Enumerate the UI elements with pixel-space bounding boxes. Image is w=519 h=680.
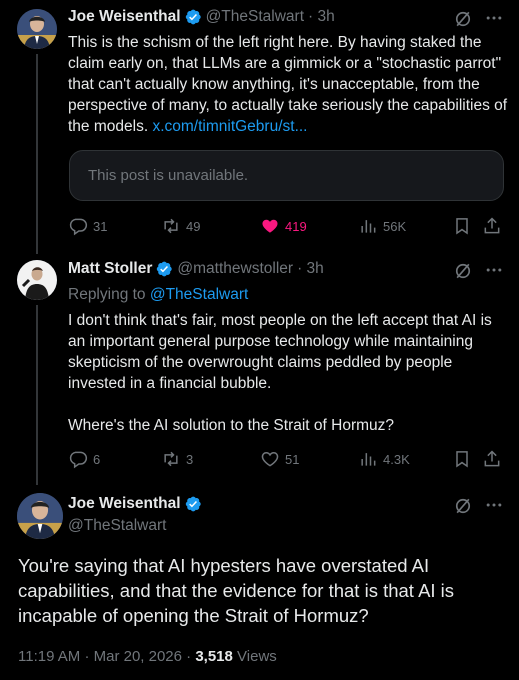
like-count: 419: [285, 218, 307, 234]
views-icon: [358, 449, 378, 469]
replying-prefix: Replying to: [68, 286, 146, 303]
views-label: Views: [237, 648, 277, 665]
views-button[interactable]: 56K: [358, 216, 406, 236]
like-count: 51: [285, 451, 300, 467]
share-icon: [482, 449, 502, 469]
author-name[interactable]: Matt Stoller: [68, 260, 152, 278]
replying-handle[interactable]: @TheStalwart: [150, 286, 248, 303]
tweet1-link[interactable]: x.com/timnitGebru/st...: [152, 118, 307, 135]
avatar-image: [17, 9, 57, 49]
tweet2-actions: 6 3 51 4.3K: [68, 449, 510, 473]
avatar-joe-weisenthal[interactable]: [17, 9, 57, 49]
heart-icon: [260, 216, 280, 236]
tweet2-text: I don't think that's fair, most people o…: [68, 310, 508, 436]
bookmark-icon: [452, 216, 472, 236]
tweet2-paragraph-1: I don't think that's fair, most people o…: [68, 312, 492, 392]
avatar-image: [17, 493, 63, 539]
author-handle[interactable]: @TheStalwart: [206, 8, 304, 26]
share-button[interactable]: [482, 449, 507, 469]
replying-to: Replying to @TheStalwart: [68, 284, 508, 305]
repost-icon: [161, 216, 181, 236]
grok-icon[interactable]: [453, 9, 473, 29]
verified-badge-icon: [155, 260, 173, 278]
verified-badge-icon: [184, 8, 202, 26]
repost-count: 49: [186, 218, 201, 234]
views-button[interactable]: 4.3K: [358, 449, 410, 469]
share-icon: [482, 216, 502, 236]
tweet1-text: This is the schism of the left right her…: [68, 32, 508, 137]
repost-count: 3: [186, 451, 194, 467]
avatar-image: [17, 260, 57, 300]
reply-button[interactable]: 6: [68, 449, 100, 469]
views-count: 56K: [383, 218, 407, 234]
bookmark-button[interactable]: [452, 216, 477, 236]
author-handle[interactable]: @TheStalwart: [68, 517, 166, 535]
tweet1-actions: 31 49 419 56K: [68, 216, 510, 240]
tweet2-paragraph-2: Where's the AI solution to the Strait of…: [68, 417, 395, 434]
author-name[interactable]: Joe Weisenthal: [68, 495, 181, 513]
grok-icon[interactable]: [453, 261, 473, 281]
bookmark-icon: [452, 449, 472, 469]
reply-count: 6: [93, 451, 101, 467]
post-time[interactable]: · 3h: [308, 8, 335, 26]
post-metadata: 11:19 AM · Mar 20, 2026 · 3,518 Views: [18, 648, 277, 665]
like-button[interactable]: 419: [260, 216, 307, 236]
tweet1-header: Joe Weisenthal @TheStalwart · 3h: [68, 8, 335, 26]
grok-icon[interactable]: [453, 496, 473, 516]
quoted-post-unavailable: This post is unavailable.: [69, 150, 504, 201]
views-count: 3,518: [195, 648, 233, 665]
tweet2-header: Matt Stoller @matthewstoller · 3h: [68, 260, 324, 278]
tweet3-header: Joe Weisenthal: [68, 495, 202, 513]
tweet3-handle-row: @TheStalwart: [68, 517, 166, 535]
repost-button[interactable]: 49: [161, 216, 200, 236]
author-name[interactable]: Joe Weisenthal: [68, 8, 181, 26]
views-count: 4.3K: [383, 451, 410, 467]
reply-count: 31: [93, 218, 108, 234]
avatar-matt-stoller[interactable]: [17, 260, 57, 300]
repost-button[interactable]: 3: [161, 449, 193, 469]
repost-icon: [161, 449, 181, 469]
post-date[interactable]: · Mar 20, 2026 ·: [84, 648, 191, 665]
verified-badge-icon: [184, 495, 202, 513]
avatar-joe-weisenthal[interactable]: [17, 493, 63, 539]
more-icon[interactable]: [484, 495, 504, 515]
post-time[interactable]: 11:19 AM: [18, 648, 80, 665]
more-icon[interactable]: [484, 260, 504, 280]
bookmark-button[interactable]: [452, 449, 477, 469]
unavailable-label: This post is unavailable.: [88, 167, 249, 184]
reply-icon: [68, 449, 88, 469]
post-time[interactable]: · 3h: [297, 260, 324, 278]
reply-icon: [68, 216, 88, 236]
heart-icon: [260, 449, 280, 469]
thread-line: [36, 54, 38, 254]
reply-button[interactable]: 31: [68, 216, 107, 236]
more-icon[interactable]: [484, 8, 504, 28]
share-button[interactable]: [482, 216, 507, 236]
thread-line: [36, 305, 38, 485]
like-button[interactable]: 51: [260, 449, 299, 469]
tweet3-text: You're saying that AI hypesters have ove…: [18, 555, 455, 626]
views-icon: [358, 216, 378, 236]
author-handle[interactable]: @matthewstoller: [177, 260, 293, 278]
